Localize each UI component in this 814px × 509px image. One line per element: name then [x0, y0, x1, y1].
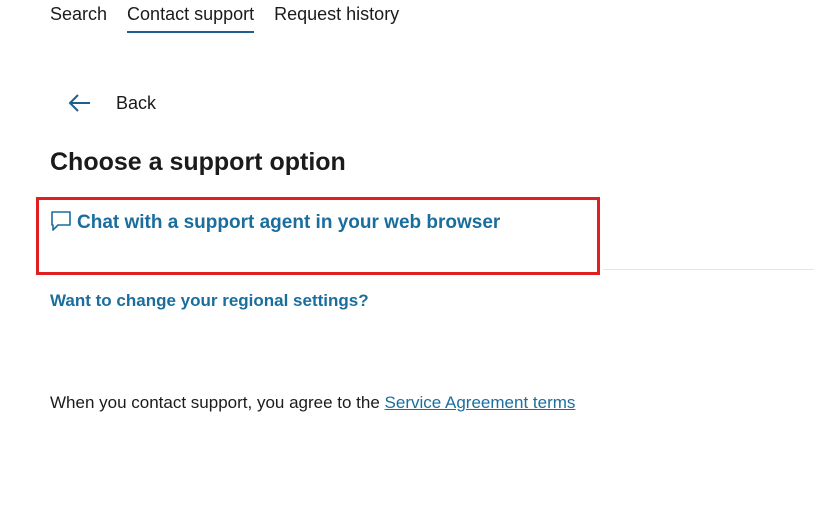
chat-support-label: Chat with a support agent in your web br… — [77, 212, 501, 233]
tab-request-history[interactable]: Request history — [274, 4, 399, 33]
back-label: Back — [116, 92, 157, 113]
agreement-prefix: When you contact support, you agree to t… — [50, 393, 385, 412]
page-title: Choose a support option — [50, 148, 346, 176]
support-page: Search Contact support Request history B… — [0, 0, 814, 509]
highlight-box — [36, 197, 600, 275]
back-button[interactable]: Back — [66, 90, 156, 116]
agreement-text: When you contact support, you agree to t… — [50, 393, 575, 413]
regional-settings-link[interactable]: Want to change your regional settings? — [50, 291, 369, 311]
chat-bubble-icon — [50, 210, 72, 232]
service-agreement-link[interactable]: Service Agreement terms — [385, 393, 576, 412]
arrow-left-icon — [66, 90, 92, 116]
divider — [603, 269, 814, 270]
tab-bar: Search Contact support Request history — [50, 4, 419, 33]
chat-support-option[interactable]: Chat with a support agent in your web br… — [50, 210, 501, 234]
tab-contact-support[interactable]: Contact support — [127, 4, 255, 33]
tab-search[interactable]: Search — [50, 4, 107, 33]
